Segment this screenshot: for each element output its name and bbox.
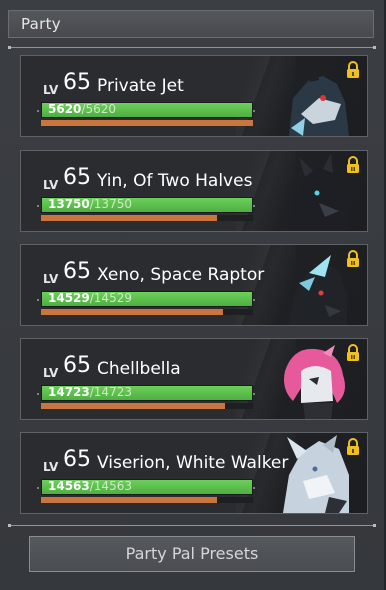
padlock-icon[interactable] [345, 438, 361, 456]
level-value: 65 [63, 447, 91, 472]
stamina-fill [41, 403, 226, 409]
level-value: 65 [63, 259, 91, 284]
stamina-fill [41, 309, 224, 315]
bar-tick [37, 110, 39, 112]
bar-tick [253, 299, 255, 301]
hp-max: /14563 [89, 479, 132, 493]
party-pal-presets-button[interactable]: Party Pal Presets [29, 536, 355, 572]
top-divider [8, 46, 376, 49]
padlock-icon[interactable] [345, 344, 361, 362]
pal-name: Viserion, White Walker [97, 453, 289, 473]
hp-max: /14529 [89, 291, 132, 305]
level-label: LV [43, 366, 59, 380]
bar-tick [37, 393, 39, 395]
stamina-bar [41, 215, 253, 221]
stamina-fill [41, 215, 217, 221]
party-slot-5[interactable]: LV 65 Viserion, White Walker 14563/14563 [20, 432, 368, 514]
stamina-fill [41, 497, 217, 503]
stamina-fill [41, 120, 253, 126]
hp-current: 14563 [48, 479, 90, 493]
bar-tick [253, 487, 255, 489]
hp-text: 14723/14723 [48, 385, 132, 399]
party-slot-2[interactable]: LV 65 Yin, Of Two Halves 13750/13750 [20, 150, 368, 232]
level-label: LV [43, 178, 59, 192]
bar-tick [253, 110, 255, 112]
padlock-icon[interactable] [345, 250, 361, 268]
pal-portrait-viserion [283, 435, 349, 513]
level-label: LV [43, 272, 59, 286]
level-value: 65 [63, 70, 91, 95]
hp-text: 14529/14529 [48, 291, 132, 305]
presets-button-label: Party Pal Presets [125, 544, 259, 563]
stamina-bar [41, 497, 253, 503]
pal-portrait-yin [287, 153, 349, 231]
padlock-icon[interactable] [345, 156, 361, 174]
hp-bar: 14563/14563 [41, 479, 253, 495]
hp-bar: 13750/13750 [41, 197, 253, 213]
hp-current: 14529 [48, 291, 90, 305]
party-panel: Party LV 65 Private Jet 5620/5620 LV 65 … [0, 0, 386, 590]
hp-max: /13750 [89, 197, 132, 211]
pal-name: Chellbella [97, 359, 181, 379]
stamina-bar [41, 120, 253, 126]
bar-tick [37, 487, 39, 489]
pal-name: Private Jet [97, 76, 184, 96]
bottom-divider [8, 524, 376, 527]
level-value: 65 [63, 353, 91, 378]
level-label: LV [43, 460, 59, 474]
party-slot-3[interactable]: LV 65 Xeno, Space Raptor 14529/14529 [20, 244, 368, 326]
hp-max: /5620 [81, 102, 116, 116]
hp-text: 13750/13750 [48, 197, 132, 211]
hp-current: 14723 [48, 385, 90, 399]
hp-bar: 14529/14529 [41, 291, 253, 307]
party-slot-1[interactable]: LV 65 Private Jet 5620/5620 [20, 55, 368, 137]
level-label: LV [43, 83, 59, 97]
hp-max: /14723 [89, 385, 132, 399]
party-title: Party [21, 15, 61, 33]
hp-text: 5620/5620 [48, 102, 116, 116]
level-value: 65 [63, 165, 91, 190]
bar-tick [37, 299, 39, 301]
hp-bar: 14723/14723 [41, 385, 253, 401]
pal-portrait-chellbella [284, 345, 345, 419]
party-slot-4[interactable]: LV 65 Chellbella 14723/14723 [20, 338, 368, 420]
pal-portrait-jet [289, 64, 349, 136]
pal-portrait-xeno [289, 255, 347, 325]
pal-name: Yin, Of Two Halves [97, 171, 253, 191]
hp-text: 14563/14563 [48, 479, 132, 493]
bar-tick [253, 393, 255, 395]
bar-tick [37, 205, 39, 207]
stamina-bar [41, 403, 253, 409]
stamina-bar [41, 309, 253, 315]
padlock-icon[interactable] [345, 61, 361, 79]
hp-current: 5620 [48, 102, 82, 116]
party-header: Party [8, 10, 374, 38]
pal-name: Xeno, Space Raptor [97, 265, 265, 285]
hp-current: 13750 [48, 197, 90, 211]
bar-tick [253, 205, 255, 207]
hp-bar: 5620/5620 [41, 102, 253, 118]
